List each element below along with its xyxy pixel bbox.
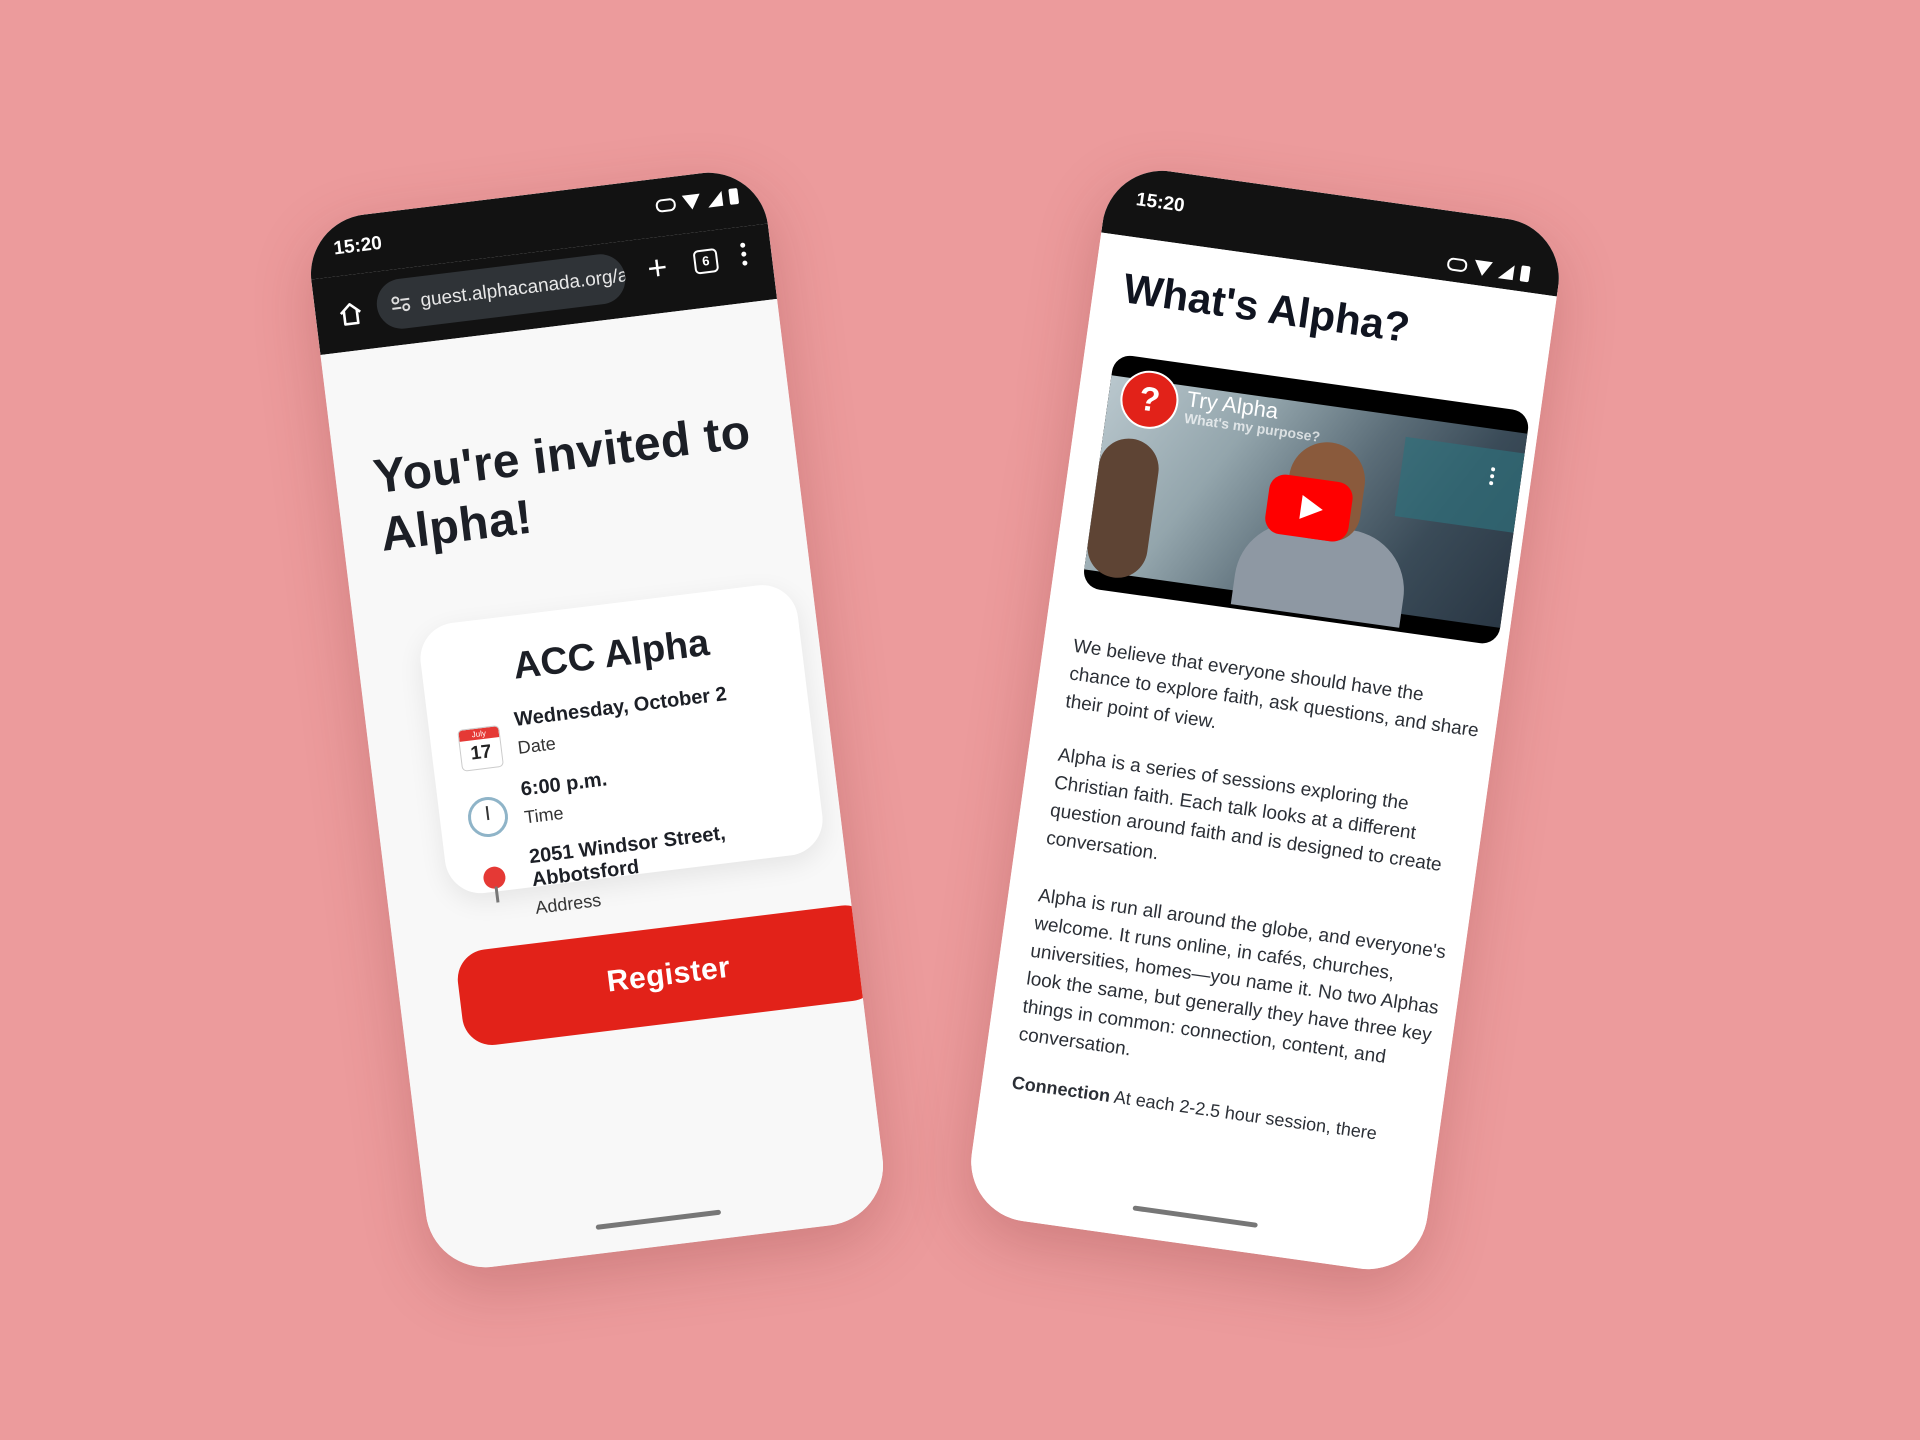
status-time: 15:20 [1134, 189, 1186, 217]
status-icons [655, 187, 740, 214]
register-button[interactable]: Register [454, 901, 883, 1049]
paragraph-text: At each 2-2.5 hour session, there [1112, 1086, 1379, 1144]
section-title: What's Alpha? [1120, 264, 1413, 352]
phone-left: 15:20 guest.alphacanada.org/a + 6 You're… [304, 165, 890, 1275]
paragraph: Alpha is run all around the globe, and e… [1017, 885, 1448, 1068]
more-menu-icon[interactable] [739, 242, 749, 270]
url-text: guest.alphacanada.org/a [419, 264, 629, 312]
page-title: You're invited to Alpha! [370, 405, 754, 562]
about-page: What's Alpha? ? Try Alpha What's my purp… [963, 232, 1557, 1277]
cell-signal-icon [706, 190, 724, 208]
tab-switcher-icon[interactable]: 6 [692, 247, 720, 275]
paragraph-heading: Connection [1010, 1072, 1112, 1107]
site-settings-icon[interactable] [390, 294, 412, 314]
calendar-icon-day: 17 [469, 741, 493, 765]
pin-icon [474, 862, 519, 907]
event-card: ACC Alpha July 17 Wednesday, October 2 D… [416, 581, 827, 918]
video-player[interactable]: ? Try Alpha What's my purpose? [1081, 353, 1531, 646]
phone-right: 15:20 What's Alpha? ? Try Alpha What's m… [963, 163, 1567, 1277]
new-tab-icon[interactable]: + [638, 248, 676, 288]
cell-signal-icon [1497, 262, 1515, 280]
battery-icon [728, 187, 740, 205]
wifi-icon [1473, 259, 1493, 277]
battery-icon [1519, 265, 1531, 283]
home-icon[interactable] [336, 300, 365, 329]
vpn-key-icon [1446, 256, 1469, 273]
status-icons [1446, 255, 1531, 283]
clock-icon [465, 794, 511, 840]
gesture-nav-bar[interactable] [595, 1209, 722, 1230]
gesture-nav-bar[interactable] [1132, 1205, 1258, 1228]
wifi-icon [681, 193, 702, 211]
paragraph: Alpha is a series of sessions exploring … [1044, 744, 1443, 876]
time-value: 6:00 p.m. [519, 768, 609, 801]
calendar-icon: July 17 [457, 724, 504, 772]
play-icon[interactable] [1263, 472, 1355, 544]
status-time: 15:20 [332, 232, 384, 260]
vpn-key-icon [655, 197, 677, 213]
invite-page: You're invited to Alpha! ACC Alpha July … [320, 298, 890, 1275]
time-label: Time [523, 802, 565, 828]
